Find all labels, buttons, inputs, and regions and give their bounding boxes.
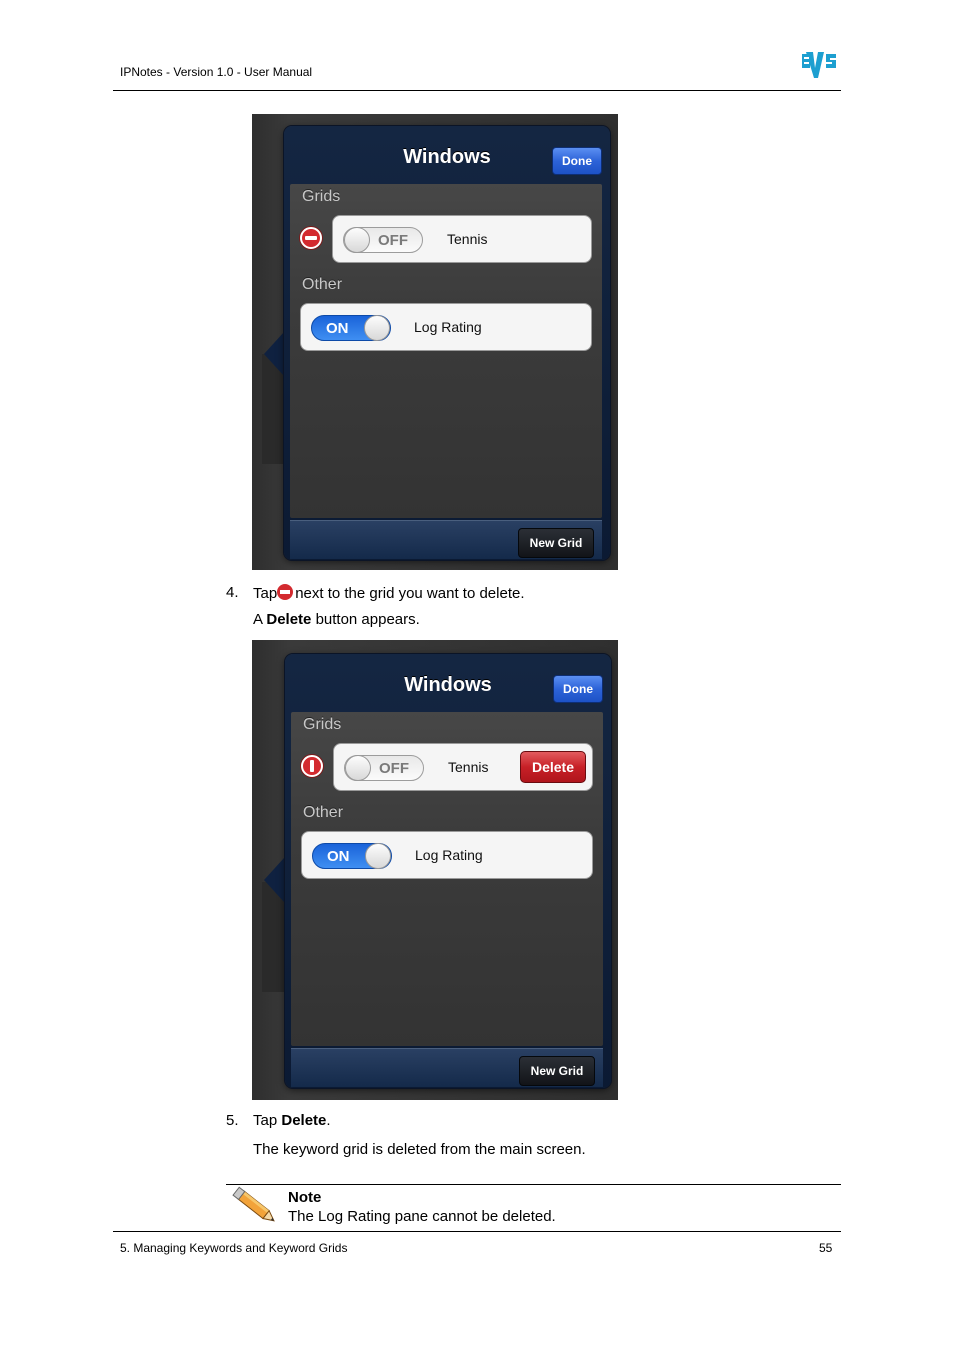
log-rating-toggle[interactable]: ON <box>312 843 392 869</box>
result-text: button appears. <box>315 611 420 628</box>
ui-term: Delete <box>266 611 312 628</box>
step-text: next to the grid you want to delete. <box>295 585 525 602</box>
delete-button[interactable]: Delete <box>520 751 586 783</box>
grid-row-tennis[interactable]: OFF Tennis Delete <box>333 743 593 791</box>
delete-confirm-icon[interactable] <box>301 755 323 777</box>
grid-row-tennis[interactable]: OFF Tennis <box>332 215 592 263</box>
step-text: Tap <box>253 1112 278 1129</box>
toggle-state-label: ON <box>326 320 349 337</box>
delete-minus-icon[interactable] <box>300 227 322 249</box>
toggle-state-label: OFF <box>378 232 408 249</box>
ui-term: Delete <box>281 1112 327 1129</box>
step-text: . <box>326 1112 331 1129</box>
section-label-grids: Grids <box>303 716 342 733</box>
popover-arrow <box>264 332 284 376</box>
step-4-result: A Delete button appears. <box>253 611 420 629</box>
step-4-instruction: Tap next to the grid you want to delete. <box>253 584 525 603</box>
note-rule <box>226 1184 841 1185</box>
popover-body: Grids OFF Tennis Delete Other ON Log Rat… <box>291 712 603 1046</box>
step-number: 4. <box>226 584 239 601</box>
windows-popover: Windows Done Grids OFF Tennis Delete Oth… <box>285 654 611 1088</box>
pane-name-label: Log Rating <box>414 319 482 335</box>
section-label-grids: Grids <box>302 188 341 205</box>
footer-chapter: 5. Managing Keywords and Keyword Grids <box>120 1241 348 1255</box>
minus-circle-icon <box>277 584 294 600</box>
section-label-other: Other <box>302 276 343 293</box>
new-grid-button[interactable]: New Grid <box>519 1056 595 1086</box>
toggle-knob <box>364 315 390 341</box>
done-button[interactable]: Done <box>553 675 603 703</box>
popover-toolbar: New Grid <box>290 520 602 559</box>
section-label-other: Other <box>303 804 344 821</box>
screenshot-windows-popover: Windows Done Grids OFF Tennis Other ON L… <box>252 114 618 570</box>
screenshot-windows-popover-delete: Windows Done Grids OFF Tennis Delete Oth… <box>252 640 618 1100</box>
note-title: Note <box>288 1189 322 1206</box>
toggle-knob <box>344 227 370 253</box>
evs-logo <box>802 52 836 78</box>
footer-rule <box>113 1231 841 1232</box>
result-text: A <box>253 611 263 628</box>
toggle-knob <box>365 843 391 869</box>
popover-toolbar: New Grid <box>291 1048 603 1087</box>
tennis-toggle[interactable]: OFF <box>343 227 423 253</box>
windows-popover: Windows Done Grids OFF Tennis Other ON L… <box>284 126 610 560</box>
toggle-state-label: ON <box>327 848 350 865</box>
header-rule <box>113 90 841 91</box>
popover-body: Grids OFF Tennis Other ON Log Rating <box>290 184 602 518</box>
toggle-state-label: OFF <box>379 760 409 777</box>
tennis-toggle[interactable]: OFF <box>344 755 424 781</box>
new-grid-button[interactable]: New Grid <box>518 528 594 558</box>
other-row-log-rating[interactable]: ON Log Rating <box>301 831 593 879</box>
document-header-title: IPNotes - Version 1.0 - User Manual <box>120 65 313 79</box>
toggle-knob <box>345 755 371 781</box>
popover-arrow <box>264 858 284 902</box>
pane-name-label: Log Rating <box>415 847 483 863</box>
grid-name-label: Tennis <box>447 231 488 247</box>
note-text: The Log Rating pane cannot be deleted. <box>288 1208 556 1225</box>
step-number: 5. <box>226 1112 239 1129</box>
step-5-result: The keyword grid is deleted from the mai… <box>253 1141 586 1158</box>
log-rating-toggle[interactable]: ON <box>311 315 391 341</box>
done-button[interactable]: Done <box>552 147 602 175</box>
grid-name-label: Tennis <box>448 759 489 775</box>
page-number: 55 <box>819 1241 833 1255</box>
other-row-log-rating[interactable]: ON Log Rating <box>300 303 592 351</box>
step-5-instruction: Tap Delete. <box>253 1112 331 1130</box>
pencil-icon <box>232 1186 275 1222</box>
step-text: Tap <box>253 585 278 602</box>
